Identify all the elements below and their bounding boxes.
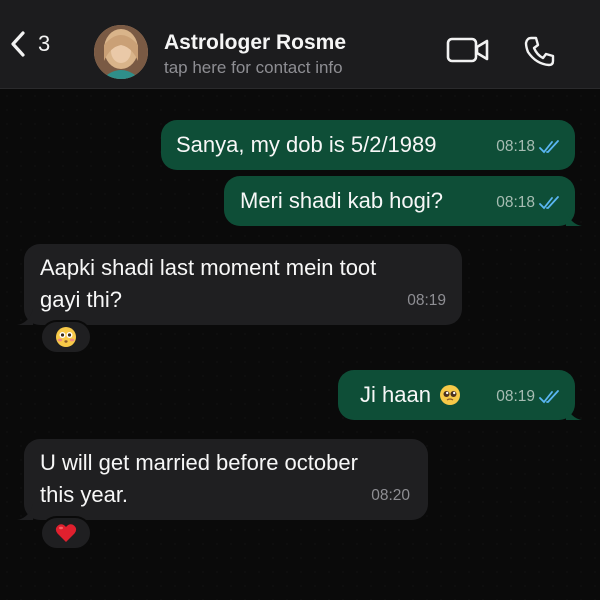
- message-meta: 08:20: [371, 480, 410, 511]
- contact-info-hint[interactable]: tap here for contact info: [164, 58, 343, 78]
- video-camera-icon: [446, 37, 489, 63]
- bubble-tail: [566, 210, 582, 226]
- message-text-line: Aapki shadi last moment mein toot: [40, 255, 377, 280]
- message-bubble-outgoing[interactable]: Ji haan 08:19: [338, 370, 582, 420]
- message-text: Ji haan: [360, 379, 461, 410]
- flushed-face-emoji-icon: [56, 327, 76, 347]
- bubble-tail: [17, 309, 33, 325]
- chat-header: 3 Astrologer Rosme tap here for contact …: [0, 0, 600, 89]
- message-bubble-outgoing[interactable]: Meri shadi kab hogi? 08:18: [224, 176, 582, 226]
- message-reaction[interactable]: [40, 320, 92, 354]
- video-call-button[interactable]: [446, 36, 490, 69]
- red-heart-emoji-icon: [55, 524, 77, 542]
- message-time: 08:18: [496, 138, 535, 155]
- message-meta: 08:18: [496, 131, 561, 162]
- message-bubble-incoming[interactable]: Aapki shadi last moment mein toot gayi t…: [17, 244, 462, 325]
- message-time: 08:19: [496, 388, 535, 405]
- bubble-tail: [17, 504, 33, 520]
- avatar[interactable]: [94, 25, 148, 79]
- unread-count: 3: [38, 31, 51, 56]
- voice-call-button[interactable]: [523, 34, 557, 73]
- double-check-read-icon: [539, 389, 559, 403]
- pleading-face-emoji-icon: [439, 384, 460, 405]
- message-text-line: this year.: [40, 482, 129, 507]
- double-check-read-icon: [539, 195, 559, 209]
- chevron-left-icon: [11, 31, 25, 57]
- message-meta: 08:18: [496, 187, 561, 218]
- double-check-read-icon: [539, 139, 559, 153]
- message-text-line: gayi thi?: [40, 287, 122, 312]
- message-text: Sanya, my dob is 5/2/1989: [176, 132, 437, 157]
- message-time: 08:19: [407, 292, 446, 309]
- message-time: 08:18: [496, 194, 535, 211]
- message-meta: 08:19: [496, 381, 561, 412]
- message-bubble-outgoing[interactable]: Sanya, my dob is 5/2/1989 08:18: [161, 120, 575, 170]
- phone-icon: [524, 36, 555, 67]
- message-text: Meri shadi kab hogi?: [240, 188, 444, 213]
- bubble-tail: [566, 404, 582, 420]
- message-meta: 08:19: [407, 285, 446, 316]
- message-text-line: U will get married before october: [40, 450, 358, 475]
- message-time: 08:20: [371, 487, 410, 504]
- contact-name[interactable]: Astrologer Rosme: [164, 31, 346, 55]
- message-reaction[interactable]: [40, 516, 92, 550]
- message-list[interactable]: Sanya, my dob is 5/2/1989 08:18 Meri sha…: [0, 89, 600, 600]
- back-button[interactable]: 3: [10, 26, 50, 62]
- message-bubble-incoming[interactable]: U will get married before october this y…: [17, 439, 428, 520]
